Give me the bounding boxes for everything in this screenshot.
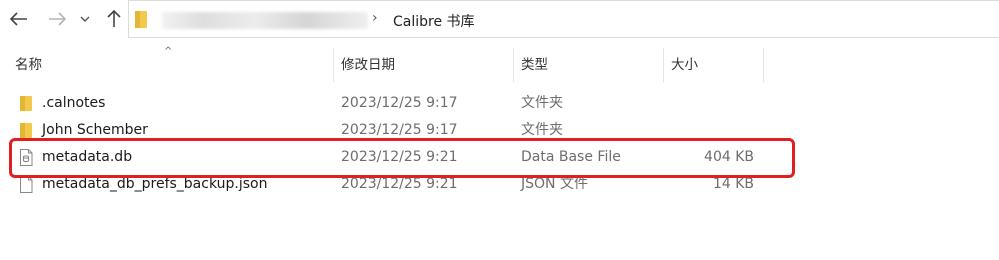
file-row[interactable]: metadata.db 2023/12/25 9:21 Data Base Fi… [0,144,999,171]
file-icon [20,176,33,193]
column-type[interactable]: 类型 [521,48,548,82]
file-type: JSON 文件 [521,176,588,192]
file-date: 2023/12/25 9:17 [341,95,458,111]
file-row[interactable]: metadata_db_prefs_backup.json 2023/12/25… [0,171,999,198]
column-divider[interactable] [333,48,334,82]
column-divider[interactable] [763,48,764,82]
arrow-right-icon [49,12,66,26]
up-button[interactable] [103,8,125,30]
file-type: Data Base File [521,149,621,165]
file-size [664,117,754,144]
sort-ascending-icon: ^ [164,46,173,57]
file-name: metadata_db_prefs_backup.json [42,176,268,192]
file-type: 文件夹 [521,95,563,111]
column-divider[interactable] [513,48,514,82]
breadcrumb-current[interactable]: Calibre 书库 [393,11,475,31]
column-name[interactable]: 名称 [15,48,42,82]
breadcrumb-separator: › [372,10,378,26]
file-type: 文件夹 [521,122,563,138]
chevron-down-icon [80,16,90,22]
forward-button[interactable] [46,8,68,30]
column-date-modified[interactable]: 修改日期 [341,48,395,82]
arrow-up-icon [107,10,121,27]
column-divider[interactable] [663,48,664,82]
back-button[interactable] [8,8,30,30]
folder-icon [20,96,32,111]
arrow-left-icon [10,12,27,26]
column-header: ^ 名称 修改日期 类型 大小 [0,46,999,82]
file-date: 2023/12/25 9:21 [341,149,458,165]
file-explorer-window: › Calibre 书库 ^ 名称 修改日期 类型 大小 .calnotes 2… [0,0,999,260]
folder-icon [20,123,32,138]
folder-icon [135,11,147,28]
file-size [664,90,754,117]
address-bar[interactable]: › Calibre 书库 [128,0,999,38]
file-name: .calnotes [42,95,106,111]
file-date: 2023/12/25 9:21 [341,176,458,192]
column-size[interactable]: 大小 [671,48,698,82]
recent-locations-button[interactable] [77,8,93,30]
file-size: 14 KB [712,176,754,192]
file-row[interactable]: John Schember 2023/12/25 9:17 文件夹 [0,117,999,144]
redacted-path [162,12,368,29]
db-file-icon [20,149,33,166]
file-size: 404 KB [704,149,754,165]
file-date: 2023/12/25 9:17 [341,122,458,138]
navigation-bar: › Calibre 书库 [0,0,999,40]
file-name: John Schember [42,122,148,138]
file-row[interactable]: .calnotes 2023/12/25 9:17 文件夹 [0,90,999,117]
file-name: metadata.db [42,149,133,165]
